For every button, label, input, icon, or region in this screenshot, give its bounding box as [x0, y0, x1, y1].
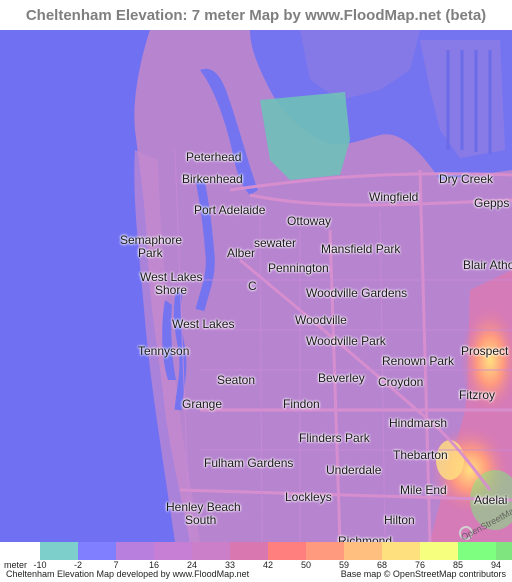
place-label-semaphore-park: Park — [138, 246, 163, 260]
footer-attribution: Base map © OpenStreetMap contributors — [340, 569, 506, 579]
place-label-lockleys: Lockleys — [285, 490, 332, 504]
place-label-hilton: Hilton — [384, 513, 415, 527]
place-label-grange: Grange — [182, 397, 223, 411]
elevation-map[interactable]: Peterhead Birkenhead Dry Creek Wingfield… — [0, 30, 512, 542]
place-label-peterhead: Peterhead — [186, 150, 242, 164]
place-label-west-lakes-2: West Lakes — [172, 317, 235, 331]
legend-swatch — [154, 542, 192, 560]
elevation-legend: meter -10 -2 7 16 24 33 42 50 59 68 76 85 94 — [0, 542, 512, 570]
legend-swatch — [230, 542, 268, 560]
place-label-findon: Findon — [283, 397, 320, 411]
legend-swatch — [78, 542, 116, 560]
place-label-wingfield: Wingfield — [369, 190, 419, 204]
place-label-tennyson: Tennyson — [138, 344, 190, 358]
place-label-birkenhead: Birkenhead — [182, 172, 243, 186]
place-label-henley-beach-south: South — [185, 513, 217, 527]
place-label-alber: Alber — [227, 246, 256, 260]
place-label-thebarton: Thebarton — [393, 448, 448, 462]
place-label-richmond: Richmond — [338, 534, 393, 542]
place-label-woodville: Woodville — [295, 313, 347, 327]
place-label-beverley: Beverley — [318, 371, 365, 385]
legend-swatch — [382, 542, 420, 560]
footer: Cheltenham Elevation Map developed by ww… — [0, 566, 512, 582]
place-label-ottoway: Ottoway — [287, 214, 332, 228]
footer-credit: Cheltenham Elevation Map developed by ww… — [6, 569, 250, 579]
place-label-woodville-park: Woodville Park — [306, 334, 386, 348]
legend-swatch — [192, 542, 230, 560]
place-label-croydon: Croydon — [378, 375, 424, 389]
place-label-hindmarsh: Hindmarsh — [389, 416, 448, 430]
legend-swatches — [40, 542, 512, 560]
place-label-prospect: Prospect — [461, 344, 509, 358]
place-label-mansfield-park: Mansfield Park — [321, 242, 401, 256]
legend-swatch — [40, 542, 78, 560]
place-label-fitzroy: Fitzroy — [459, 388, 495, 402]
place-label-mile-end: Mile End — [400, 483, 447, 497]
place-label-c: C — [248, 279, 257, 293]
place-label-dry-creek: Dry Creek — [439, 172, 494, 186]
place-label-west-lakes: West Lakes — [140, 270, 203, 284]
place-label-sewater: sewater — [254, 236, 297, 250]
place-label-woodville-gardens: Woodville Gardens — [306, 286, 408, 300]
legend-swatch — [420, 542, 458, 560]
place-label-underdale: Underdale — [326, 463, 382, 477]
place-label-port-adelaide: Port Adelaide — [194, 203, 266, 217]
legend-swatch — [116, 542, 154, 560]
place-label-flinders-park: Flinders Park — [299, 431, 370, 445]
place-label-fulham-gardens: Fulham Gardens — [204, 456, 294, 470]
legend-swatch — [306, 542, 344, 560]
legend-swatch — [458, 542, 496, 560]
page-title: Cheltenham Elevation: 7 meter Map by www… — [25, 6, 487, 24]
place-label-gepps-c: Gepps C — [474, 196, 512, 210]
place-label-henley-beach: Henley Beach — [166, 500, 241, 514]
legend-swatch — [344, 542, 382, 560]
place-label-renown-park: Renown Park — [382, 354, 455, 368]
legend-swatch — [268, 542, 306, 560]
place-label-seaton: Seaton — [217, 373, 256, 387]
place-label-pennington: Pennington — [268, 261, 329, 275]
legend-swatch — [496, 542, 512, 560]
place-label-west-lakes-shore: Shore — [155, 283, 188, 297]
place-label-adelai: Adelai — [474, 493, 508, 507]
place-label-blair-atho: Blair Atho — [463, 258, 512, 272]
place-label-semaphore: Semaphore — [120, 233, 183, 247]
